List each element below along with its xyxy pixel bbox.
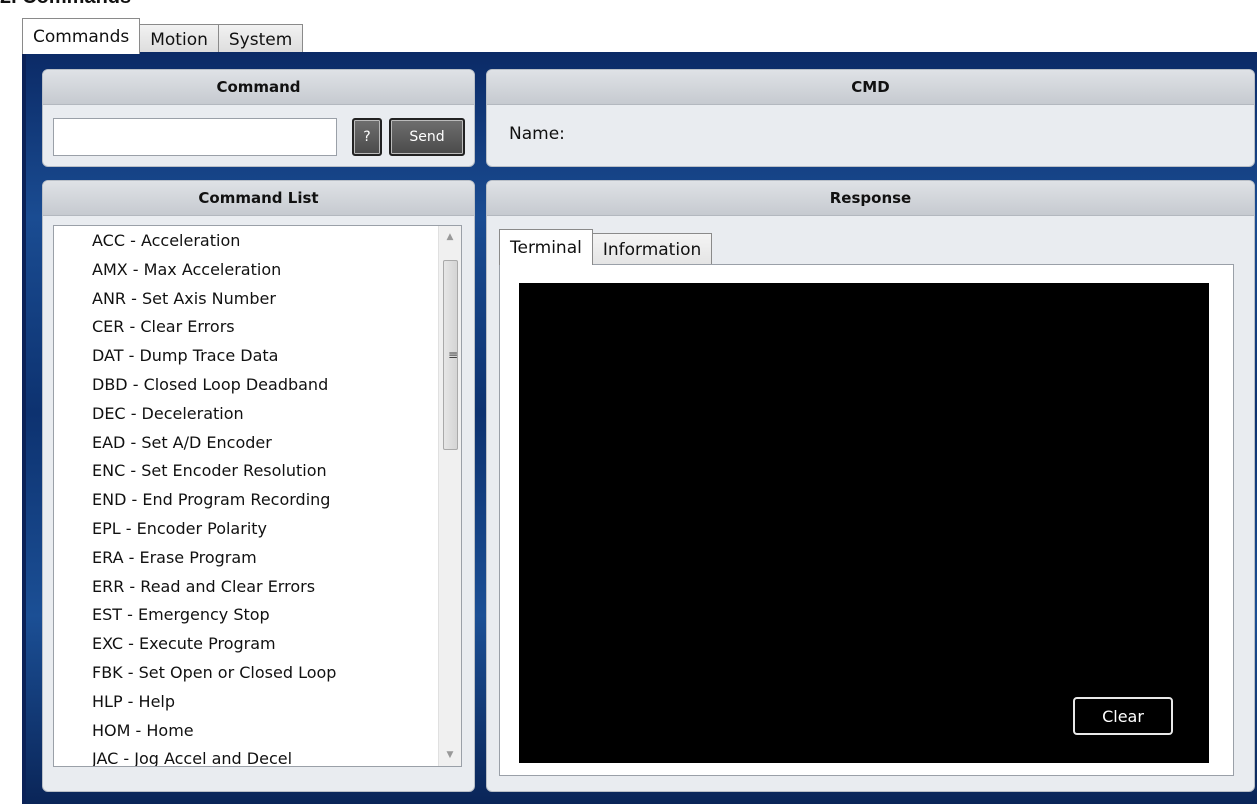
tab-system[interactable]: System <box>217 24 304 54</box>
list-item[interactable]: EST - Emergency Stop <box>54 601 461 630</box>
scroll-down-arrow-icon[interactable]: ▼ <box>439 746 461 764</box>
list-item[interactable]: EXC - Execute Program <box>54 630 461 659</box>
command-list-title: Command List <box>43 181 474 216</box>
command-list-panel: Command List ACC - Acceleration AMX - Ma… <box>42 180 475 792</box>
response-content: Clear <box>499 264 1234 776</box>
terminal-output[interactable]: Clear <box>519 283 1209 763</box>
cmd-panel-title: CMD <box>487 70 1254 105</box>
terminal-text <box>519 283 1209 295</box>
tab-information[interactable]: Information <box>591 233 713 265</box>
list-item[interactable]: AMX - Max Acceleration <box>54 256 461 285</box>
list-item[interactable]: END - End Program Recording <box>54 486 461 515</box>
main-window: Command ? Send CMD Name: Command List AC… <box>22 52 1257 804</box>
document-heading: 2. Commands <box>0 0 131 9</box>
cmd-panel: CMD Name: <box>486 69 1255 167</box>
command-panel-title: Command <box>43 70 474 105</box>
name-label: Name: <box>509 124 565 144</box>
list-item[interactable]: JAC - Jog Accel and Decel <box>54 745 461 766</box>
scroll-up-arrow-icon[interactable]: ▲ <box>439 228 461 246</box>
list-item[interactable]: ANR - Set Axis Number <box>54 285 461 314</box>
clear-button[interactable]: Clear <box>1073 697 1173 735</box>
list-item[interactable]: DEC - Deceleration <box>54 400 461 429</box>
command-panel: Command ? Send <box>42 69 475 167</box>
list-item[interactable]: FBK - Set Open or Closed Loop <box>54 659 461 688</box>
list-item[interactable]: CER - Clear Errors <box>54 313 461 342</box>
tab-terminal[interactable]: Terminal <box>499 229 593 265</box>
scrollbar-thumb[interactable]: ≡ <box>443 260 458 450</box>
command-listbox[interactable]: ACC - Acceleration AMX - Max Acceleratio… <box>53 225 462 767</box>
list-item[interactable]: HOM - Home <box>54 717 461 746</box>
list-item[interactable]: ERR - Read and Clear Errors <box>54 573 461 602</box>
response-tab-bar: Terminal Information <box>499 229 713 265</box>
list-item[interactable]: ERA - Erase Program <box>54 544 461 573</box>
list-item[interactable]: ENC - Set Encoder Resolution <box>54 457 461 486</box>
list-item[interactable]: EAD - Set A/D Encoder <box>54 429 461 458</box>
main-tab-bar: Commands Motion System <box>22 18 304 54</box>
list-item[interactable]: DAT - Dump Trace Data <box>54 342 461 371</box>
list-item[interactable]: DBD - Closed Loop Deadband <box>54 371 461 400</box>
tab-motion[interactable]: Motion <box>139 24 219 54</box>
help-button[interactable]: ? <box>352 118 382 156</box>
list-item[interactable]: ACC - Acceleration <box>54 227 461 256</box>
command-input[interactable] <box>53 118 337 156</box>
list-item[interactable]: EPL - Encoder Polarity <box>54 515 461 544</box>
response-panel: Response Terminal Information Clear <box>486 180 1255 792</box>
response-panel-title: Response <box>487 181 1254 216</box>
send-button[interactable]: Send <box>389 118 465 156</box>
command-list-items: ACC - Acceleration AMX - Max Acceleratio… <box>54 226 461 766</box>
list-scrollbar[interactable]: ▲ ≡ ▼ <box>438 226 461 766</box>
scroll-grip-icon: ≡ <box>448 348 459 362</box>
tab-commands[interactable]: Commands <box>22 18 141 54</box>
list-item[interactable]: HLP - Help <box>54 688 461 717</box>
